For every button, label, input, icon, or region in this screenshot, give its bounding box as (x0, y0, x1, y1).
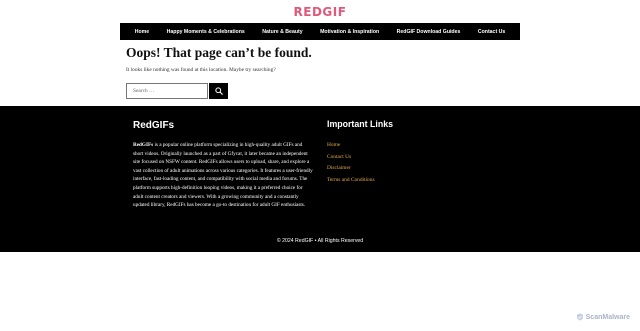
nav-item-nature-beauty[interactable]: Nature & Beauty (262, 29, 302, 35)
site-logo[interactable]: REDGIF (0, 5, 640, 19)
search-input[interactable] (126, 83, 208, 99)
footer-about-body: is a popular online platform specializin… (133, 142, 313, 209)
footer-about-text: RedGIFs is a popular online platform spe… (133, 141, 313, 210)
watermark: ScanMalware (576, 313, 630, 321)
shield-icon (576, 313, 583, 321)
footer-link-terms[interactable]: Terms and Conditions (327, 175, 375, 187)
not-found-message: It looks like nothing was found at this … (126, 67, 276, 73)
search-icon (214, 87, 223, 95)
footer-about-heading: RedGIFs (133, 120, 175, 131)
footer-link-home[interactable]: Home (327, 140, 375, 152)
nav-item-happy-moments[interactable]: Happy Moments & Celebrations (167, 29, 245, 35)
nav-item-contact[interactable]: Contact Us (478, 29, 505, 35)
copyright-text: © 2024 RedGIF • All Rights Reserved (276, 238, 364, 244)
footer-link-contact[interactable]: Contact Us (327, 152, 375, 164)
watermark-text: ScanMalware (585, 313, 630, 321)
footer-links-list: Home Contact Us Disclaimer Terms and Con… (327, 140, 375, 186)
page-title: Oops! That page can’t be found. (126, 45, 312, 60)
footer-links-heading: Important Links (327, 119, 393, 129)
footer-about-brand: RedGIFs (133, 142, 154, 148)
nav-item-motivation[interactable]: Motivation & Inspiration (320, 29, 379, 35)
footer-link-disclaimer[interactable]: Disclaimer (327, 163, 375, 175)
search-button[interactable] (209, 83, 228, 99)
main-navigation: Home Happy Moments & Celebrations Nature… (120, 23, 520, 40)
nav-item-download-guides[interactable]: RedGIF Download Guides (397, 29, 461, 35)
site-footer: RedGIFs RedGIFs is a popular online plat… (0, 106, 640, 252)
nav-item-home[interactable]: Home (135, 29, 149, 35)
